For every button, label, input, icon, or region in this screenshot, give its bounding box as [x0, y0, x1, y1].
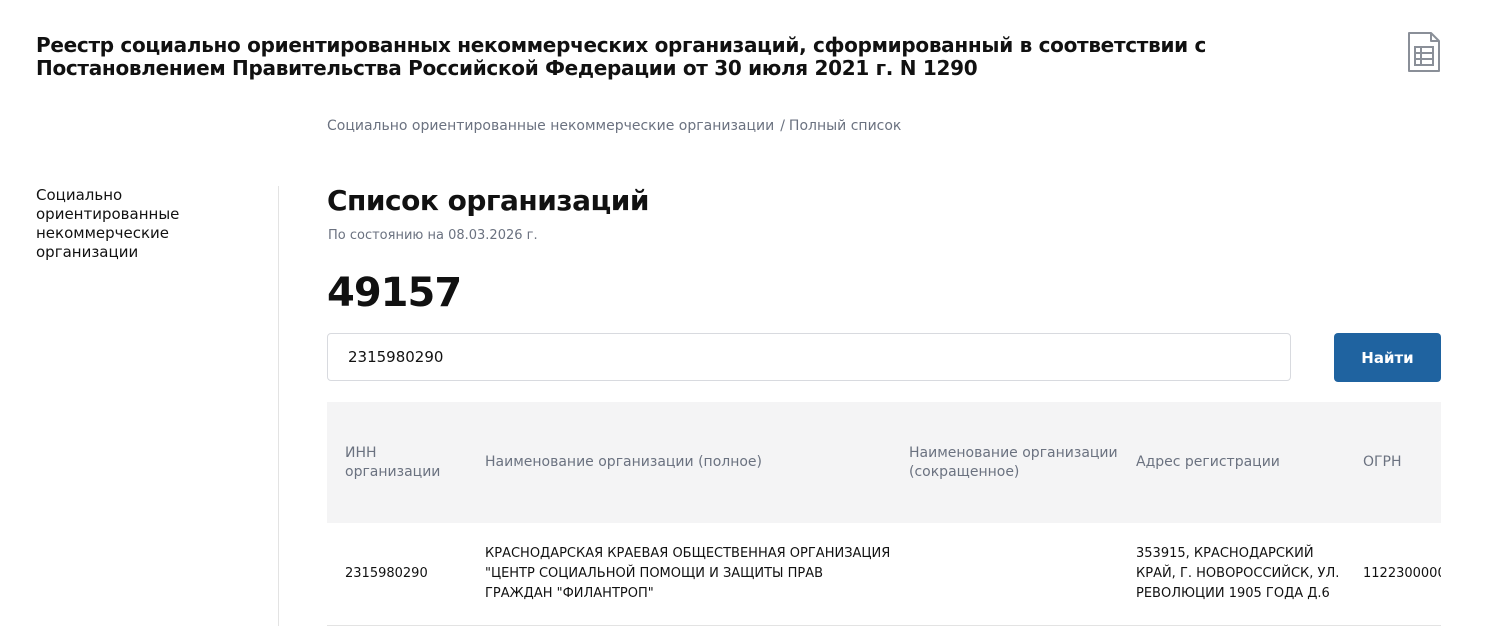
- sidebar-item-sonko[interactable]: Социально ориентированные некоммерческие…: [36, 186, 206, 262]
- breadcrumb-separator: /: [780, 118, 785, 134]
- cell-short-name: [891, 523, 1118, 625]
- as-of-date: По состоянию на 08.03.2026 г.: [328, 228, 538, 243]
- results-table: ИНН организации Наименование организации…: [327, 402, 1441, 626]
- cell-ogrn: 1122300000: [1363, 565, 1441, 581]
- column-header-full-name: Наименование организации (полное): [485, 454, 763, 470]
- breadcrumb: Социально ориентированные некоммерческие…: [327, 118, 901, 134]
- column-header-ogrn: ОГРН: [1363, 454, 1402, 470]
- breadcrumb-item-sonko[interactable]: Социально ориентированные некоммерческие…: [327, 118, 774, 134]
- search-input[interactable]: [327, 333, 1291, 381]
- main-heading: Список организаций: [327, 184, 650, 217]
- table-row[interactable]: 2315980290 КРАСНОДАРСКАЯ КРАЕВАЯ ОБЩЕСТВ…: [327, 523, 1441, 625]
- column-header-short-name: Наименование организации (сокращенное): [909, 444, 1118, 480]
- spreadsheet-document-icon[interactable]: [1407, 31, 1441, 73]
- sidebar: Социально ориентированные некоммерческие…: [36, 186, 279, 626]
- cell-inn: 2315980290: [345, 565, 428, 581]
- breadcrumb-item-full-list[interactable]: Полный список: [789, 118, 901, 134]
- search-button[interactable]: Найти: [1334, 333, 1441, 382]
- column-header-inn: ИНН организации: [345, 444, 441, 480]
- table-header-row: ИНН организации Наименование организации…: [327, 402, 1441, 523]
- cell-full-name: КРАСНОДАРСКАЯ КРАЕВАЯ ОБЩЕСТВЕННАЯ ОРГАН…: [485, 545, 891, 601]
- page-title: Реестр социально ориентированных некомме…: [36, 33, 1207, 80]
- cell-address: 353915, КРАСНОДАРСКИЙ КРАЙ, Г. НОВОРОССИ…: [1136, 545, 1340, 601]
- column-header-address: Адрес регистрации: [1136, 454, 1280, 470]
- organizations-count: 49157: [327, 270, 462, 316]
